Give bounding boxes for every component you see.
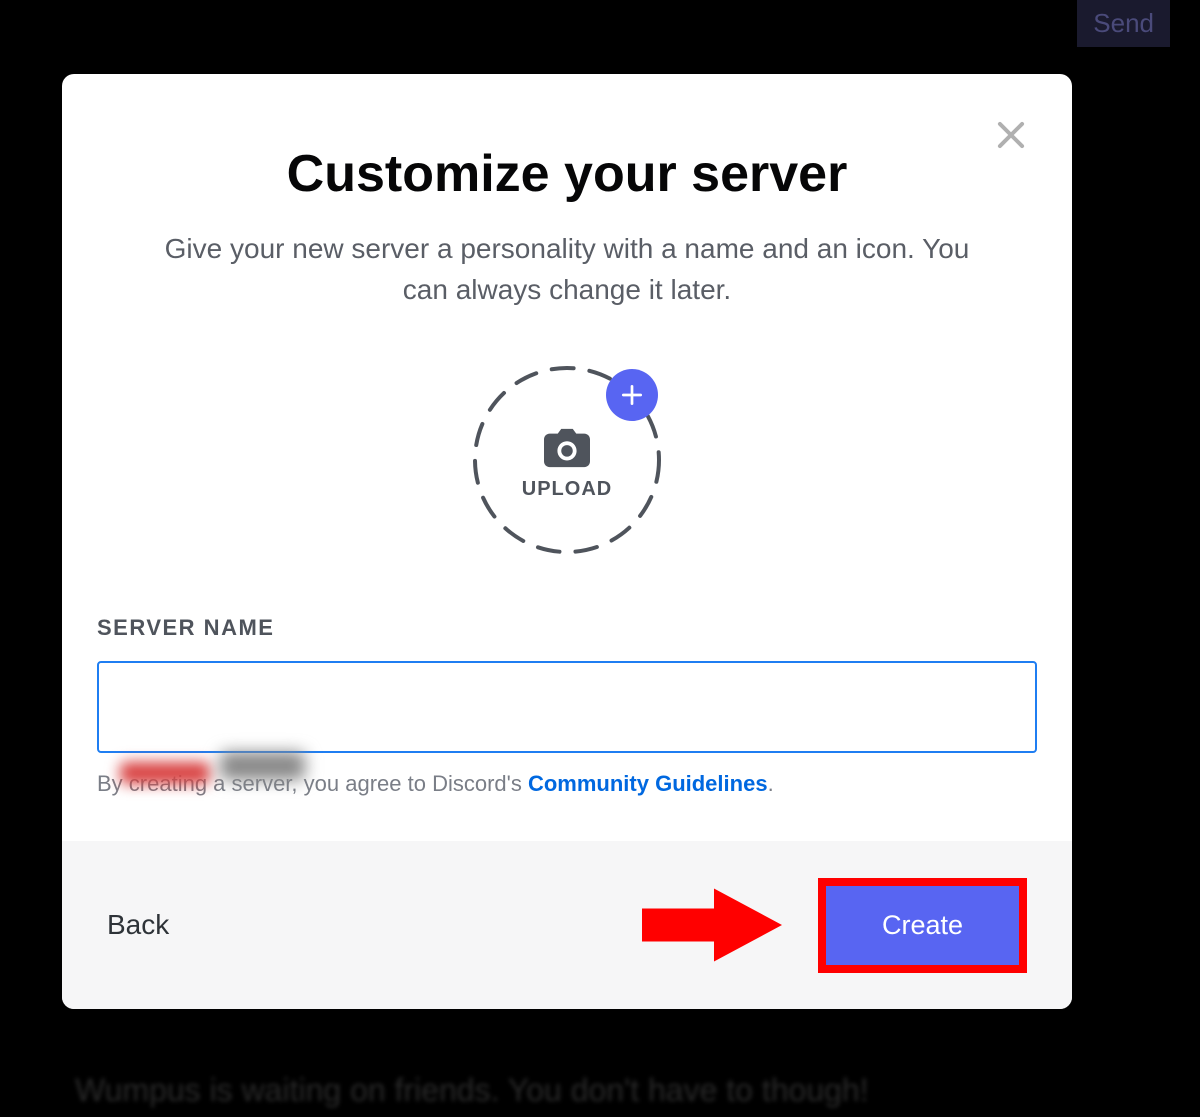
upload-icon-button[interactable]: UPLOAD [472,365,662,555]
footer-right: Create [818,878,1027,973]
server-name-label: SERVER NAME [97,615,1037,641]
create-button[interactable]: Create [826,886,1019,965]
server-name-input[interactable] [97,661,1037,753]
blurred-input-text-red [120,762,210,784]
annotation-highlight-box: Create [818,878,1027,973]
back-button[interactable]: Back [107,909,169,941]
annotation-arrow-icon [642,883,782,968]
upload-container: UPLOAD [97,365,1037,555]
plus-icon [619,382,645,408]
plus-badge [606,369,658,421]
background-wumpus-text: Wumpus is waiting on friends. You don't … [75,1072,869,1109]
customize-server-modal: Customize your server Give your new serv… [62,74,1072,1009]
close-button[interactable] [992,116,1030,154]
blurred-input-text-gray [220,752,305,780]
background-send-button: Send [1077,0,1170,47]
modal-subtitle: Give your new server a personality with … [142,229,992,310]
modal-content: Customize your server Give your new serv… [62,74,1072,841]
close-icon [992,116,1030,154]
modal-footer: Back Create [62,841,1072,1009]
modal-title: Customize your server [97,144,1037,204]
community-guidelines-link[interactable]: Community Guidelines [528,771,768,796]
guidelines-suffix: . [768,771,774,796]
